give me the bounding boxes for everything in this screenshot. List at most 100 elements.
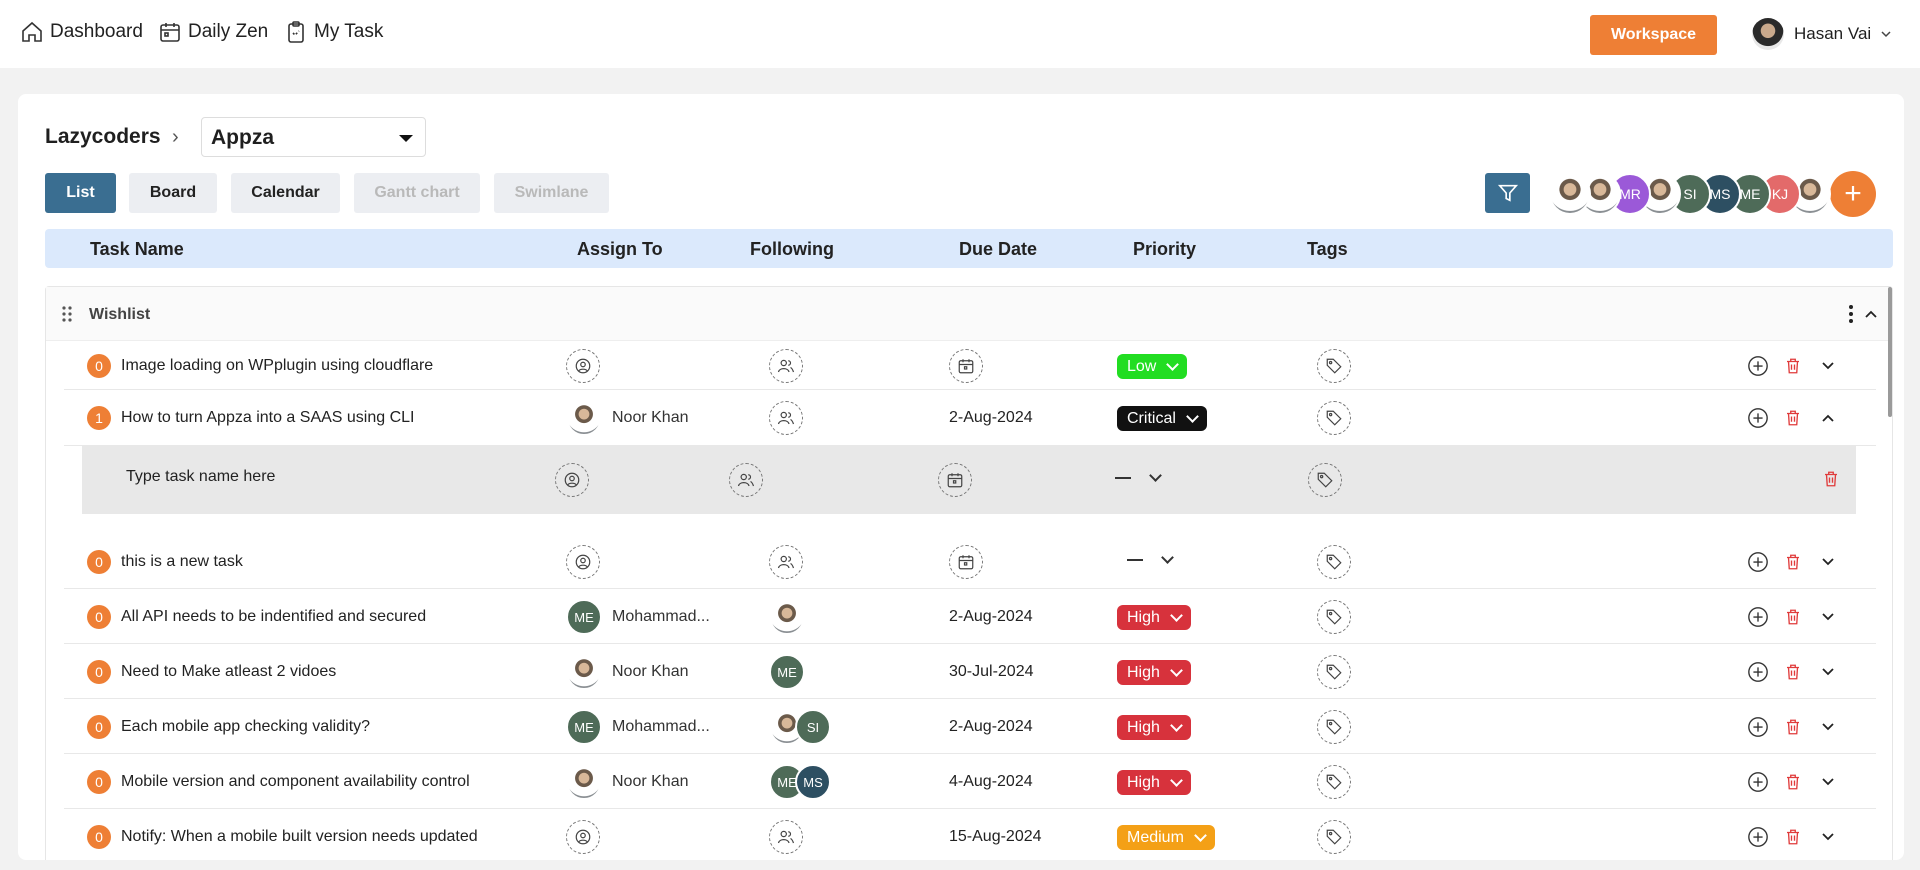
follower-avatar[interactable]: SI	[795, 709, 831, 745]
priority-select[interactable]: High	[1117, 715, 1191, 740]
task-name[interactable]: Notify: When a mobile built version need…	[121, 828, 478, 846]
task-name[interactable]: Image loading on WPplugin using cloudfla…	[121, 357, 433, 375]
due-date-calendar-icon[interactable]	[949, 545, 983, 579]
assign-user-icon[interactable]	[566, 349, 600, 383]
due-date[interactable]: 2-Aug-2024	[949, 409, 1033, 427]
tag-icon[interactable]	[1317, 765, 1351, 799]
priority-select[interactable]	[1115, 469, 1162, 482]
tab-calendar[interactable]: Calendar	[231, 173, 340, 213]
add-subtask-icon[interactable]	[1747, 771, 1769, 793]
assignee[interactable]: ME Mohammad...	[566, 709, 710, 745]
new-task-input[interactable]: Type task name here	[126, 468, 275, 486]
tag-icon[interactable]	[1317, 820, 1351, 854]
add-follower-icon[interactable]	[729, 463, 763, 497]
task-name[interactable]: Each mobile app checking validity?	[121, 718, 370, 736]
follower-avatar[interactable]	[769, 599, 805, 635]
due-date[interactable]: 2-Aug-2024	[949, 718, 1033, 736]
following-avatars[interactable]: SI	[769, 709, 831, 745]
priority-select[interactable]: Medium	[1117, 825, 1215, 850]
task-row[interactable]: 0 Image loading on WPplugin using cloudfl…	[64, 341, 1876, 390]
assign-user-icon[interactable]	[555, 463, 589, 497]
add-member-button[interactable]: +	[1830, 171, 1876, 217]
priority-select[interactable]	[1127, 551, 1174, 564]
assignee-avatar[interactable]	[566, 764, 602, 800]
tab-board[interactable]: Board	[129, 173, 217, 213]
task-row[interactable]: 0 Each mobile app checking validity? ME Moh…	[64, 699, 1876, 754]
assignee[interactable]: Noor Khan	[566, 400, 689, 436]
add-subtask-icon[interactable]	[1747, 355, 1769, 377]
delete-icon[interactable]	[1782, 661, 1804, 683]
member-avatar[interactable]	[1549, 173, 1591, 215]
delete-icon[interactable]	[1782, 716, 1804, 738]
due-date-calendar-icon[interactable]	[949, 349, 983, 383]
due-date[interactable]: 15-Aug-2024	[949, 828, 1042, 846]
add-follower-icon[interactable]	[769, 545, 803, 579]
chevron-down-icon[interactable]	[1817, 661, 1839, 683]
chevron-down-icon[interactable]	[1817, 716, 1839, 738]
follower-avatar[interactable]: ME	[769, 654, 805, 690]
nav-dashboard[interactable]: Dashboard	[20, 20, 143, 44]
task-row[interactable]: 0 All API needs to be indentified and sec…	[64, 589, 1876, 644]
tag-icon[interactable]	[1317, 600, 1351, 634]
add-follower-icon[interactable]	[769, 349, 803, 383]
breadcrumb-org[interactable]: Lazycoders	[45, 125, 161, 149]
assignee-avatar[interactable]: ME	[566, 599, 602, 635]
tag-icon[interactable]	[1308, 463, 1342, 497]
tab-swimlane[interactable]: Swimlane	[494, 173, 609, 213]
due-date-calendar-icon[interactable]	[938, 463, 972, 497]
assignee[interactable]: Noor Khan	[566, 764, 689, 800]
delete-icon[interactable]	[1820, 468, 1842, 490]
tag-icon[interactable]	[1317, 545, 1351, 579]
chevron-down-icon[interactable]	[1817, 551, 1839, 573]
delete-icon[interactable]	[1782, 606, 1804, 628]
priority-select[interactable]: High	[1117, 660, 1191, 685]
more-vertical-icon[interactable]	[1848, 304, 1854, 324]
scrollbar[interactable]	[1888, 287, 1892, 417]
following-avatars[interactable]	[769, 599, 805, 635]
tag-icon[interactable]	[1317, 710, 1351, 744]
task-name[interactable]: Mobile version and component availabilit…	[121, 773, 470, 791]
following-avatars[interactable]: ME	[769, 654, 805, 690]
task-name[interactable]: Need to Make atleast 2 vidoes	[121, 663, 336, 681]
tab-gantt-chart[interactable]: Gantt chart	[354, 173, 480, 213]
add-subtask-icon[interactable]	[1747, 551, 1769, 573]
add-subtask-icon[interactable]	[1747, 606, 1769, 628]
task-row[interactable]: 0 Need to Make atleast 2 vidoes Noor Khan M…	[64, 644, 1876, 699]
add-subtask-icon[interactable]	[1747, 407, 1769, 429]
tag-icon[interactable]	[1317, 349, 1351, 383]
priority-select[interactable]: Low	[1117, 354, 1188, 379]
chevron-down-icon[interactable]	[1817, 606, 1839, 628]
workspace-button[interactable]: Workspace	[1590, 15, 1717, 55]
priority-select[interactable]: Critical	[1117, 406, 1207, 431]
task-row[interactable]: 0 Notify: When a mobile built version nee…	[64, 809, 1876, 860]
tab-list[interactable]: List	[45, 173, 116, 213]
chevron-down-icon[interactable]	[1817, 355, 1839, 377]
assignee-avatar[interactable]	[566, 654, 602, 690]
drag-handle-icon[interactable]	[61, 305, 73, 323]
due-date[interactable]: 30-Jul-2024	[949, 663, 1034, 681]
user-menu[interactable]: Hasan Vai	[1752, 18, 1891, 50]
nav-my-task[interactable]: My Task	[284, 20, 383, 44]
follower-avatar[interactable]: MS	[795, 764, 831, 800]
task-row[interactable]: 0 Mobile version and component availabili…	[64, 754, 1876, 809]
add-subtask-icon[interactable]	[1747, 661, 1769, 683]
tag-icon[interactable]	[1317, 655, 1351, 689]
delete-icon[interactable]	[1782, 551, 1804, 573]
tag-icon[interactable]	[1317, 401, 1351, 435]
delete-icon[interactable]	[1782, 407, 1804, 429]
following-avatars[interactable]: ME MS	[769, 764, 831, 800]
priority-select[interactable]: High	[1117, 605, 1191, 630]
task-row[interactable]: 1 How to turn Appza into a SAAS using CLI…	[64, 390, 1876, 446]
assign-user-icon[interactable]	[566, 820, 600, 854]
task-row[interactable]: 0 this is a new task	[64, 535, 1876, 589]
assignee[interactable]: Noor Khan	[566, 654, 689, 690]
task-name[interactable]: All API needs to be indentified and secu…	[121, 608, 426, 626]
project-select[interactable]: Appza	[201, 117, 426, 157]
add-subtask-icon[interactable]	[1747, 826, 1769, 848]
chevron-up-icon[interactable]	[1864, 309, 1878, 319]
due-date[interactable]: 2-Aug-2024	[949, 608, 1033, 626]
assign-user-icon[interactable]	[566, 545, 600, 579]
add-subtask-icon[interactable]	[1747, 716, 1769, 738]
priority-select[interactable]: High	[1117, 770, 1191, 795]
delete-icon[interactable]	[1782, 826, 1804, 848]
